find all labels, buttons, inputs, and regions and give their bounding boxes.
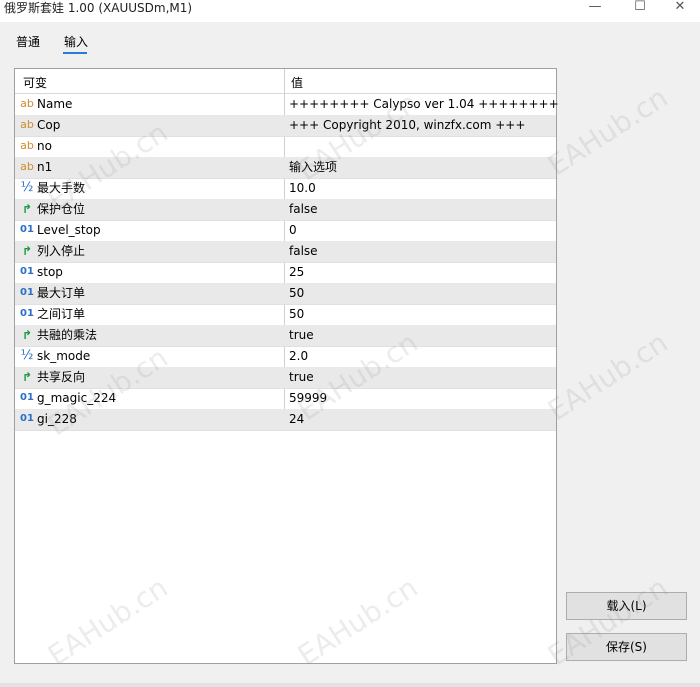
variable-value[interactable]: 25 — [289, 265, 304, 280]
variable-value[interactable]: 2.0 — [289, 349, 308, 364]
variable-name: 最大订单 — [37, 286, 86, 300]
window-title: 俄罗斯套娃 1.00 (XAUUSDm,M1) — [4, 1, 193, 15]
table-row[interactable]: ½ 最大手数 10.0 — [15, 178, 556, 200]
table-row[interactable]: ↱ 保护仓位 false — [15, 199, 556, 221]
variable-name: sk_mode — [37, 349, 91, 363]
table-row[interactable]: ab Cop +++ Copyright 2010, winzfx.com +++ — [15, 115, 556, 137]
variable-value[interactable]: 59999 — [289, 391, 327, 406]
variable-name: 列入停止 — [37, 244, 86, 258]
boolean-type-icon: ↱ — [21, 328, 33, 342]
minimize-icon[interactable]: — — [575, 0, 615, 16]
string-type-icon: ab — [20, 160, 34, 173]
variable-value[interactable]: false — [289, 244, 318, 259]
table-row[interactable]: 01 g_magic_224 59999 — [15, 388, 556, 410]
close-icon[interactable]: ✕ — [660, 0, 700, 16]
variable-value[interactable]: 输入选项 — [289, 160, 337, 175]
variable-value[interactable]: 24 — [289, 412, 304, 427]
table-row[interactable]: 01 最大订单 50 — [15, 283, 556, 305]
variable-value[interactable]: 10.0 — [289, 181, 316, 196]
table-row[interactable]: ↱ 列入停止 false — [15, 241, 556, 263]
integer-type-icon: 01 — [20, 287, 34, 298]
column-header-value[interactable]: 值 — [291, 74, 303, 91]
load-button[interactable]: 载入(L) — [566, 592, 687, 620]
integer-type-icon: 01 — [20, 413, 34, 424]
variable-value[interactable]: true — [289, 328, 314, 343]
save-button[interactable]: 保存(S) — [566, 633, 687, 661]
title-bar: 俄罗斯套娃 1.00 (XAUUSDm,M1) — ☐ ✕ — [0, 0, 700, 22]
integer-type-icon: 01 — [20, 308, 34, 319]
variable-name: stop — [37, 265, 63, 279]
variable-name: n1 — [37, 160, 53, 174]
table-row[interactable]: ↱ 共享反向 true — [15, 367, 556, 389]
double-type-icon: ½ — [20, 180, 34, 195]
maximize-icon[interactable]: ☐ — [620, 0, 660, 16]
variable-name: Cop — [37, 118, 61, 132]
table-row[interactable]: ab Name ++++++++ Calypso ver 1.04 ++++++++ — [15, 94, 559, 116]
table-row[interactable]: 01 stop 25 — [15, 262, 556, 284]
watermark: EAHub.cn — [541, 80, 674, 183]
variable-value[interactable]: 0 — [289, 223, 297, 238]
inputs-table[interactable]: 可变 值 ab Name ++++++++ Calypso ver 1.04 +++… — [14, 68, 559, 664]
variable-name: 之间订单 — [37, 307, 86, 321]
table-row[interactable]: ½ sk_mode 2.0 — [15, 346, 556, 368]
variable-value[interactable]: 50 — [289, 286, 304, 301]
variable-name: no — [37, 139, 52, 153]
string-type-icon: ab — [20, 118, 34, 131]
boolean-type-icon: ↱ — [21, 202, 33, 216]
variable-value[interactable]: true — [289, 370, 314, 385]
double-type-icon: ½ — [20, 348, 34, 363]
variable-name: Name — [37, 97, 73, 111]
string-type-icon: ab — [20, 139, 34, 152]
table-row[interactable]: ab n1 输入选项 — [15, 157, 556, 179]
tab-general[interactable]: 普通 — [16, 34, 40, 50]
variable-name: g_magic_224 — [37, 391, 117, 405]
variable-value[interactable]: ++++++++ Calypso ver 1.04 ++++++++ — [289, 97, 559, 112]
table-row[interactable]: 01 Level_stop 0 — [15, 220, 556, 242]
tab-input[interactable]: 输入 — [64, 34, 88, 50]
boolean-type-icon: ↱ — [21, 244, 33, 258]
variable-name: 最大手数 — [37, 181, 86, 195]
table-row[interactable]: 01 gi_228 24 — [15, 409, 556, 431]
watermark: EAHub.cn — [541, 325, 674, 428]
integer-type-icon: 01 — [20, 224, 34, 235]
table-row[interactable]: ↱ 共融的乘法 true — [15, 325, 556, 347]
table-row[interactable]: ab no — [15, 136, 556, 158]
variable-name: 保护仓位 — [37, 202, 86, 216]
active-tab-indicator — [63, 52, 87, 54]
table-row[interactable]: 01 之间订单 50 — [15, 304, 556, 326]
variable-name: 共享反向 — [37, 370, 86, 384]
variable-value[interactable]: false — [289, 202, 318, 217]
string-type-icon: ab — [20, 97, 34, 110]
boolean-type-icon: ↱ — [21, 370, 33, 384]
variable-name: gi_228 — [37, 412, 77, 426]
tab-bar: 普通 输入 — [0, 22, 700, 62]
integer-type-icon: 01 — [20, 392, 34, 403]
variable-value[interactable]: 50 — [289, 307, 304, 322]
integer-type-icon: 01 — [20, 266, 34, 277]
variable-name: 共融的乘法 — [37, 328, 98, 342]
column-header-variable[interactable]: 可变 — [23, 74, 47, 91]
variable-name: Level_stop — [37, 223, 101, 237]
table-header: 可变 值 — [15, 69, 556, 94]
bottom-edge — [0, 683, 700, 687]
variable-value[interactable]: +++ Copyright 2010, winzfx.com +++ — [289, 118, 525, 133]
